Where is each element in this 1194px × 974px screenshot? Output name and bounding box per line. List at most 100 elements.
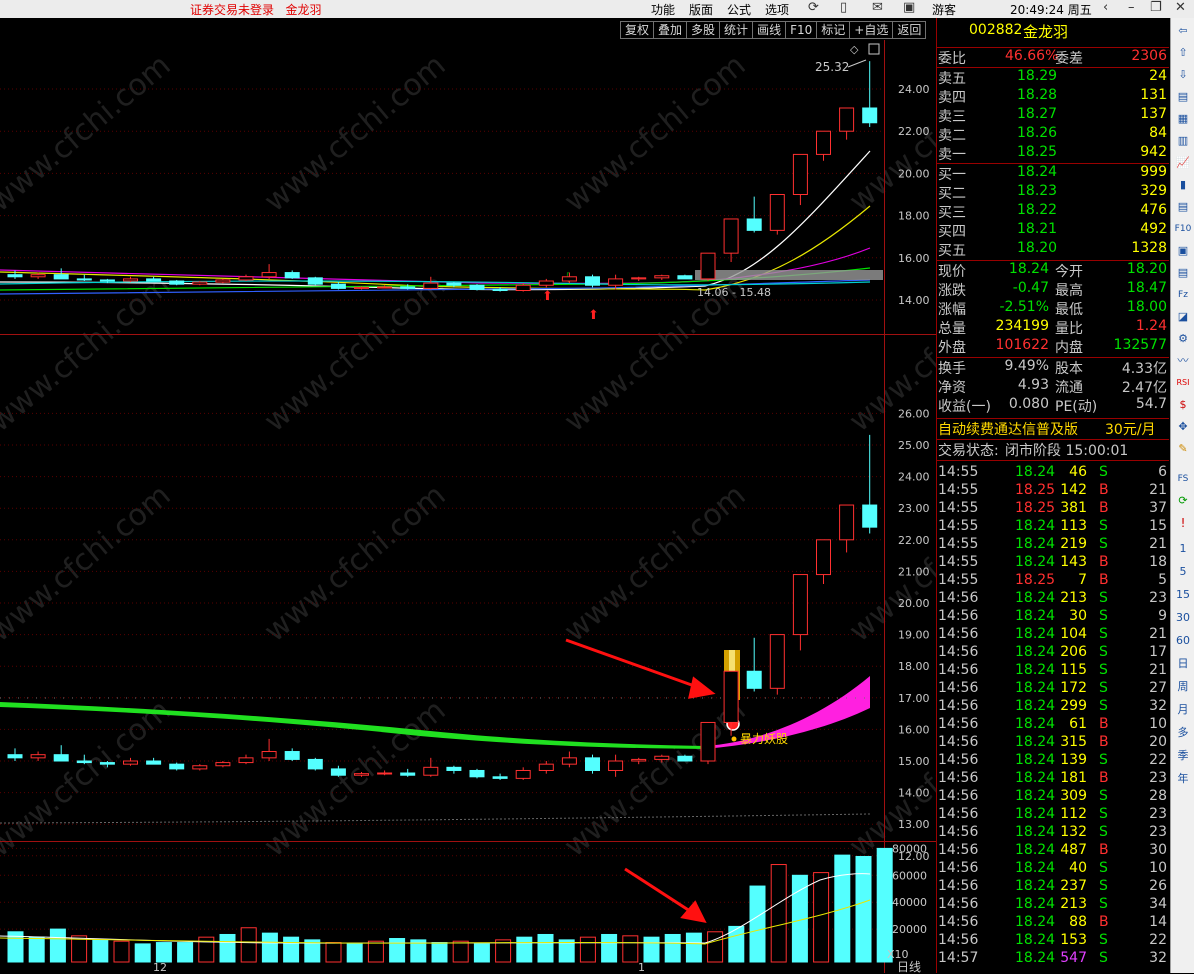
tick-list[interactable]: 14:55 18.24 46 S 6 14:55 18.25 142 B 21 14:55 18.25… <box>937 460 1169 974</box>
refresh-icon[interactable]: ⟳ <box>1173 492 1193 510</box>
tick-row[interactable]: 14:55 18.25 381 B 37 <box>937 500 1169 519</box>
btn-f10[interactable]: F10 <box>785 21 817 39</box>
period-label[interactable]: 日线 <box>897 960 921 973</box>
ask-row[interactable]: 卖二 18.26 84 <box>937 125 1169 144</box>
period-30[interactable]: 30 <box>1173 609 1193 627</box>
tick-row[interactable]: 14:56 18.24 309 S 28 <box>937 788 1169 807</box>
period-日[interactable]: 日 <box>1173 655 1193 673</box>
menu-layout[interactable]: 版面 <box>689 1 713 18</box>
restore-icon[interactable]: ❐ <box>1150 0 1162 15</box>
tick-row[interactable]: 14:57 18.24 547 S 32 <box>937 950 1169 969</box>
tick-row[interactable]: 14:55 18.24 46 S 6 <box>937 464 1169 483</box>
tick-row[interactable]: 14:55 18.25 142 B 21 <box>937 482 1169 501</box>
fund-row[interactable]: 收益(一) 0.080 PE(动) 54.7 <box>937 396 1169 415</box>
table-icon[interactable]: ▦ <box>1173 110 1193 128</box>
compare-icon[interactable]: ▣ <box>1173 242 1193 260</box>
tick-row[interactable]: 14:56 18.24 299 S 32 <box>937 698 1169 717</box>
gear-icon[interactable]: ⚙ <box>1173 330 1193 348</box>
period-15[interactable]: 15 <box>1173 586 1193 604</box>
btn-mark[interactable]: 标记 <box>816 21 850 39</box>
screen-icon[interactable]: ▣ <box>903 0 915 15</box>
user-label[interactable]: 游客 <box>932 1 956 18</box>
tick-row[interactable]: 14:56 18.24 172 S 27 <box>937 680 1169 699</box>
chart-area[interactable]: www.cfchi.com www.cfchi.com www.cfchi.co… <box>0 18 936 973</box>
bid-row[interactable]: 买二 18.23 329 <box>937 183 1169 202</box>
tick-row[interactable]: 14:56 18.24 61 B 10 <box>937 716 1169 735</box>
period-季[interactable]: 季 <box>1173 747 1193 765</box>
menu-function[interactable]: 功能 <box>651 1 675 18</box>
btn-multi[interactable]: 多股 <box>686 21 720 39</box>
report-icon[interactable]: ▤ <box>1173 88 1193 106</box>
grid-icon[interactable]: ▥ <box>1173 132 1193 150</box>
tick-row[interactable]: 14:55 18.24 219 S 21 <box>937 536 1169 555</box>
close-icon[interactable]: ✕ <box>1175 0 1186 15</box>
fund-row[interactable]: 净资 4.93 流通 2.47亿 <box>937 377 1169 396</box>
fund-row[interactable]: 换手 9.49% 股本 4.33亿 <box>937 358 1169 377</box>
menu-options[interactable]: 选项 <box>765 1 789 18</box>
f-icon[interactable]: Fz <box>1173 286 1193 304</box>
tick-row[interactable]: 14:56 18.24 139 S 22 <box>937 752 1169 771</box>
ruler-icon[interactable]: ◪ <box>1173 308 1193 326</box>
exclaim-icon[interactable]: ! <box>1173 514 1193 532</box>
period-5[interactable]: 5 <box>1173 563 1193 581</box>
candle-chart-icon[interactable]: ▮ <box>1173 176 1193 194</box>
bid-row[interactable]: 买一 18.24 999 <box>937 164 1169 183</box>
tick-row[interactable]: 14:56 18.24 487 B 30 <box>937 842 1169 861</box>
period-1[interactable]: 1 <box>1173 540 1193 558</box>
btn-fuquan[interactable]: 复权 <box>620 21 654 39</box>
tick-row[interactable]: 14:56 18.24 153 S 22 <box>937 932 1169 951</box>
arrow-left-icon[interactable]: ⇦ <box>1173 22 1193 40</box>
phone-icon[interactable]: ▯ <box>840 0 847 15</box>
stat-row[interactable]: 外盘 101622 内盘 132577 <box>937 337 1169 356</box>
tick-row[interactable]: 14:56 18.24 213 S 34 <box>937 896 1169 915</box>
wave-icon[interactable]: 〰 <box>1173 352 1193 370</box>
line-chart-icon[interactable]: 📈 <box>1173 154 1193 172</box>
stat-row[interactable]: 现价 18.24 今开 18.20 <box>937 261 1169 280</box>
tick-row[interactable]: 14:56 18.24 206 S 17 <box>937 644 1169 663</box>
tick-row[interactable]: 14:56 18.24 88 B 14 <box>937 914 1169 933</box>
tick-row[interactable]: 14:55 18.24 113 S 15 <box>937 518 1169 537</box>
pen-icon[interactable]: ✎ <box>1173 440 1193 458</box>
btn-back[interactable]: 返回 <box>892 21 927 39</box>
arrow-up-icon[interactable]: ⇧ <box>1173 44 1193 62</box>
period-60[interactable]: 60 <box>1173 632 1193 650</box>
stat-row[interactable]: 涨幅 -2.51% 最低 18.00 <box>937 299 1169 318</box>
fs-icon[interactable]: FS <box>1173 470 1193 488</box>
minimize-icon[interactable]: – <box>1128 0 1135 15</box>
tick-row[interactable]: 14:56 18.24 315 B 20 <box>937 734 1169 753</box>
period-周[interactable]: 周 <box>1173 678 1193 696</box>
tick-row[interactable]: 14:56 18.24 112 S 23 <box>937 806 1169 825</box>
notes-icon[interactable]: ▤ <box>1173 198 1193 216</box>
ask-row[interactable]: 卖一 18.25 942 <box>937 144 1169 163</box>
bid-row[interactable]: 买三 18.22 476 <box>937 202 1169 221</box>
tick-row[interactable]: 14:56 18.24 115 S 21 <box>937 662 1169 681</box>
diamond-icon[interactable]: ◇ <box>850 43 859 56</box>
stat-row[interactable]: 涨跌 -0.47 最高 18.47 <box>937 280 1169 299</box>
tick-row[interactable]: 14:56 18.24 237 S 26 <box>937 878 1169 897</box>
tick-row[interactable]: 14:56 18.24 181 B 23 <box>937 770 1169 789</box>
stat-row[interactable]: 总量 234199 量比 1.24 <box>937 318 1169 337</box>
ask-row[interactable]: 卖四 18.28 131 <box>937 87 1169 106</box>
menu-formula[interactable]: 公式 <box>727 1 751 18</box>
ask-row[interactable]: 卖三 18.27 137 <box>937 106 1169 125</box>
bid-row[interactable]: 买四 18.21 492 <box>937 221 1169 240</box>
layers-icon[interactable]: ▤ <box>1173 264 1193 282</box>
tick-row[interactable]: 14:56 18.24 40 S 10 <box>937 860 1169 879</box>
period-年[interactable]: 年 <box>1173 770 1193 788</box>
refresh-icon[interactable]: ⟳ <box>808 0 819 15</box>
dollar-icon[interactable]: $ <box>1173 396 1193 414</box>
arrow-down-icon[interactable]: ⇩ <box>1173 66 1193 84</box>
period-月[interactable]: 月 <box>1173 701 1193 719</box>
tick-row[interactable]: 14:55 18.25 7 B 5 <box>937 572 1169 591</box>
promo-row[interactable]: 自动续费通达信普及版 30元/月 <box>937 418 1169 438</box>
btn-add-favorite[interactable]: +自选 <box>849 21 893 39</box>
f10-icon[interactable]: F10 <box>1173 220 1193 238</box>
move-icon[interactable]: ✥ <box>1173 418 1193 436</box>
back-icon[interactable]: ‹ <box>1103 0 1108 15</box>
period-多[interactable]: 多 <box>1173 724 1193 742</box>
rsi-icon[interactable]: RSI <box>1173 374 1193 392</box>
ask-row[interactable]: 卖五 18.29 24 <box>937 68 1169 87</box>
btn-stats[interactable]: 统计 <box>719 21 753 39</box>
tick-row[interactable]: 14:56 18.24 213 S 23 <box>937 590 1169 609</box>
tick-row[interactable]: 14:56 18.24 104 S 21 <box>937 626 1169 645</box>
